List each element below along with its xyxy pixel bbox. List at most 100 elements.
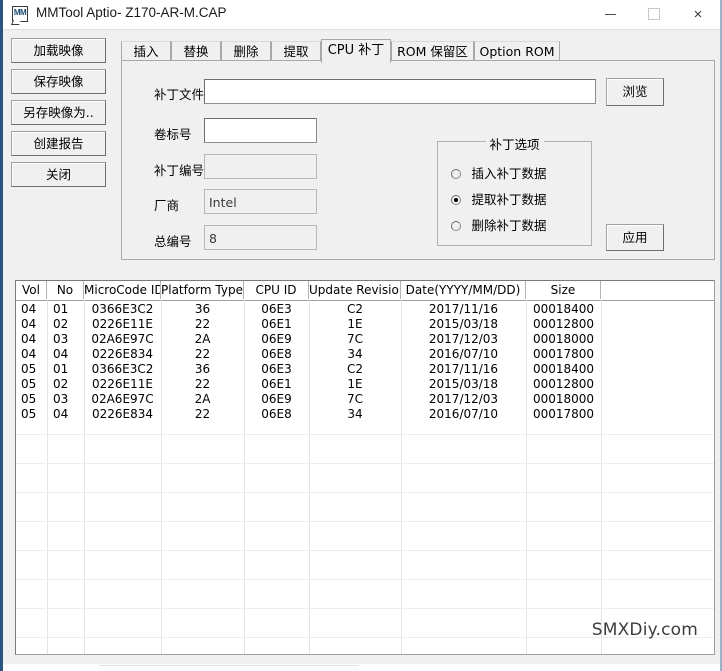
cell-update-revision: 7C <box>346 392 363 406</box>
browse-button[interactable]: 浏览 <box>606 78 664 106</box>
cell-no: 03 <box>53 332 69 346</box>
radio-delete-patch-data[interactable]: 删除补丁数据 <box>451 215 546 233</box>
vendor-input[interactable] <box>204 189 317 214</box>
patch-options-title: 补丁选项 <box>485 134 544 153</box>
cell-update-revision: 34 <box>347 347 363 361</box>
cell-no: 03 <box>53 392 69 406</box>
grid-hline <box>16 521 714 522</box>
radio-label: 提取补丁数据 <box>471 192 547 207</box>
col-header-platform-type[interactable]: Platform Type <box>161 281 244 299</box>
table-row[interactable]: 05 03 02A6E97C 2A 06E9 7C 2017/12/03 000… <box>16 392 714 407</box>
col-header-cpu-id[interactable]: CPU ID <box>244 281 309 299</box>
tab-cpu-patch[interactable]: CPU 补丁 <box>321 39 391 63</box>
table-row[interactable]: 04 01 0366E3C2 36 06E3 C2 2017/11/16 000… <box>16 302 714 317</box>
cell-no: 04 <box>53 407 69 421</box>
table-header-row: Vol No MicroCode ID Platform Type CPU ID… <box>16 281 714 301</box>
col-header-no[interactable]: No <box>47 281 84 299</box>
total-number-input[interactable] <box>204 225 317 250</box>
table-row[interactable]: 05 04 0226E834 22 06E8 34 2016/07/10 000… <box>16 407 714 422</box>
table-row[interactable]: 04 02 0226E11E 22 06E1 1E 2015/03/18 000… <box>16 317 714 332</box>
load-image-button[interactable]: 加载映像 <box>11 38 106 63</box>
cell-vol: 05 <box>21 392 37 406</box>
grid-hline <box>16 550 714 551</box>
patch-number-input[interactable] <box>204 154 317 179</box>
window-bottom-edge <box>3 664 720 671</box>
vendor-label: 厂商 <box>154 198 180 213</box>
col-header-vol[interactable]: Vol <box>16 281 47 299</box>
cell-platform-type: 2A <box>194 392 211 406</box>
cell-vol: 04 <box>21 317 37 331</box>
patch-number-label: 补丁编号 <box>154 163 205 178</box>
cell-cpu-id: 06E8 <box>261 407 292 421</box>
cell-no: 02 <box>53 317 69 331</box>
radio-icon <box>451 195 461 205</box>
cell-vol: 04 <box>21 332 37 346</box>
cell-date: 2017/12/03 <box>428 332 499 346</box>
radio-icon <box>451 169 461 179</box>
cell-platform-type: 36 <box>194 362 211 376</box>
cell-date: 2017/12/03 <box>428 392 499 406</box>
title-bar: MM MMTool Aptio- Z170-AR-M.CAP × <box>3 0 720 30</box>
tab-replace[interactable]: 替换 <box>171 41 221 61</box>
cell-update-revision: 7C <box>346 332 363 346</box>
sidebar: 加载映像 保存映像 另存映像为.. 创建报告 关闭 <box>11 38 106 193</box>
cell-no: 01 <box>53 302 69 316</box>
cell-size: 00017800 <box>532 347 595 361</box>
table-row[interactable]: 04 03 02A6E97C 2A 06E9 7C 2017/12/03 000… <box>16 332 714 347</box>
apply-button[interactable]: 应用 <box>606 224 664 251</box>
cell-cpu-id: 06E9 <box>261 332 292 346</box>
table-row[interactable]: 05 01 0366E3C2 36 06E3 C2 2017/11/16 000… <box>16 362 714 377</box>
cell-platform-type: 2A <box>194 332 211 346</box>
cell-date: 2016/07/10 <box>428 347 499 361</box>
tab-rom-reserved[interactable]: ROM 保留区 <box>391 41 474 61</box>
close-window-button[interactable]: × <box>676 0 720 29</box>
minimize-button[interactable] <box>588 0 632 29</box>
microcode-table[interactable]: Vol No MicroCode ID Platform Type CPU ID… <box>15 280 715 655</box>
cpu-patch-panel: 补丁文件 浏览 卷标号 补丁编号 厂商 总编号 补丁选项 插入补丁数据 提取补丁… <box>121 60 715 260</box>
cell-microcode-id: 02A6E97C <box>91 332 154 346</box>
create-report-button[interactable]: 创建报告 <box>11 131 106 156</box>
radio-extract-patch-data[interactable]: 提取补丁数据 <box>451 189 547 207</box>
tab-extract[interactable]: 提取 <box>271 41 321 61</box>
cell-cpu-id: 06E3 <box>261 302 292 316</box>
cell-vol: 05 <box>21 407 37 421</box>
tab-delete[interactable]: 删除 <box>221 41 271 61</box>
patch-file-input[interactable] <box>204 79 596 104</box>
cell-platform-type: 22 <box>194 347 211 361</box>
cell-size: 00018000 <box>532 332 595 346</box>
table-row[interactable]: 04 04 0226E834 22 06E8 34 2016/07/10 000… <box>16 347 714 362</box>
cell-vol: 05 <box>21 377 37 391</box>
tab-option-rom[interactable]: Option ROM <box>474 41 560 61</box>
tab-insert[interactable]: 插入 <box>121 41 171 61</box>
grid-hline <box>16 608 714 609</box>
cell-microcode-id: 02A6E97C <box>91 392 154 406</box>
cell-vol: 04 <box>21 347 37 361</box>
cell-update-revision: C2 <box>346 302 363 316</box>
cell-date: 2015/03/18 <box>428 317 499 331</box>
cell-no: 01 <box>53 362 69 376</box>
col-header-microcode-id[interactable]: MicroCode ID <box>84 281 161 299</box>
table-row[interactable]: 05 02 0226E11E 22 06E1 1E 2015/03/18 000… <box>16 377 714 392</box>
save-image-button[interactable]: 保存映像 <box>11 69 106 94</box>
grid-hline <box>16 579 714 580</box>
col-header-date[interactable]: Date(YYYY/MM/DD) <box>401 281 526 299</box>
cell-cpu-id: 06E3 <box>261 362 292 376</box>
cell-cpu-id: 06E8 <box>261 347 292 361</box>
cell-size: 00018400 <box>532 302 595 316</box>
cell-platform-type: 22 <box>194 377 211 391</box>
close-app-button[interactable]: 关闭 <box>11 162 106 187</box>
radio-insert-patch-data[interactable]: 插入补丁数据 <box>451 163 547 181</box>
cell-update-revision: C2 <box>346 362 363 376</box>
save-image-as-button[interactable]: 另存映像为.. <box>11 100 106 125</box>
grid-hline <box>16 492 714 493</box>
cell-size: 00017800 <box>532 407 595 421</box>
cell-microcode-id: 0226E11E <box>92 317 153 331</box>
maximize-button[interactable] <box>632 0 676 29</box>
volume-label-input[interactable] <box>204 118 317 143</box>
radio-label: 插入补丁数据 <box>471 166 547 181</box>
col-header-filler[interactable] <box>601 281 714 299</box>
col-header-size[interactable]: Size <box>526 281 601 299</box>
window-title: MMTool Aptio- Z170-AR-M.CAP <box>36 5 227 20</box>
total-number-label: 总编号 <box>154 234 192 249</box>
col-header-update-revision[interactable]: Update Revision <box>309 281 401 299</box>
